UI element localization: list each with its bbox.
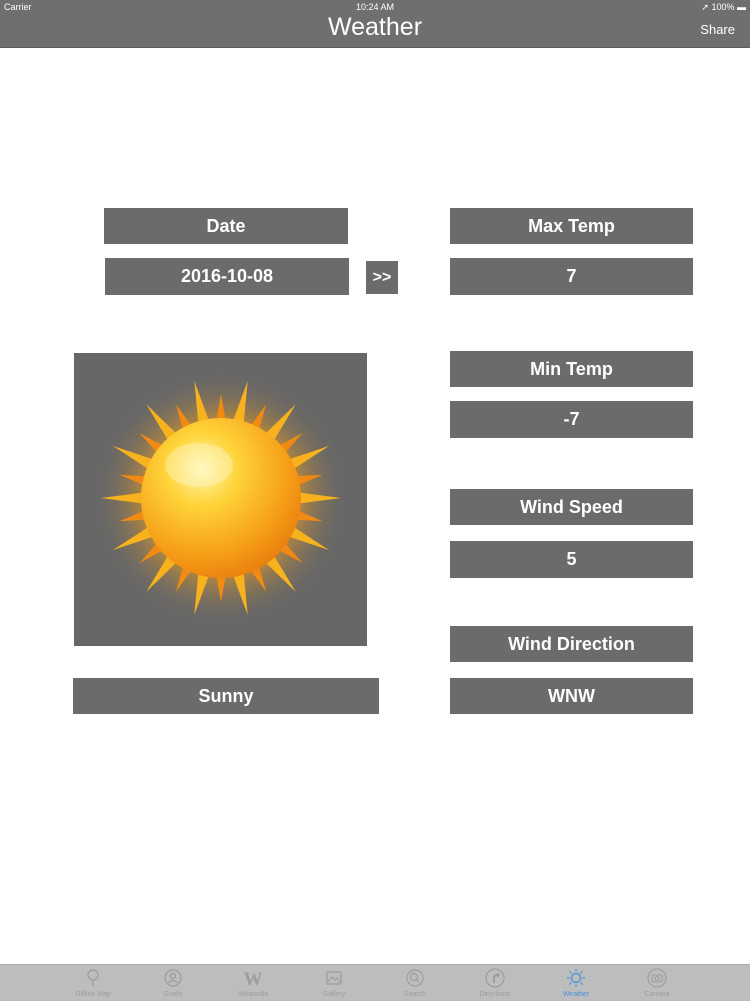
- max-temp-value: 7: [450, 258, 693, 295]
- tab-search[interactable]: Search: [375, 965, 455, 1001]
- wind-direction-value: WNW: [450, 678, 693, 714]
- wind-speed-value: 5: [450, 541, 693, 578]
- wind-speed-label: Wind Speed: [450, 489, 693, 525]
- guide-icon: [164, 969, 182, 987]
- battery-icon: ▬: [737, 2, 746, 12]
- date-value: 2016-10-08: [105, 258, 349, 295]
- min-temp-label: Min Temp: [450, 351, 693, 387]
- page-title: Weather: [327, 13, 423, 41]
- camera-icon: [647, 968, 667, 988]
- tab-label: Guide: [163, 991, 183, 998]
- map-pin-icon: [87, 969, 99, 986]
- tab-wikipedia[interactable]: W Wikipedia: [213, 965, 293, 1001]
- weather-sun-icon: [567, 969, 585, 987]
- weather-image: [74, 353, 367, 646]
- max-temp-label: Max Temp: [450, 208, 693, 244]
- tab-label: Offline Map: [75, 991, 111, 998]
- battery-percent: 100%: [711, 2, 735, 12]
- navigation-bar: Weather Share: [0, 14, 750, 48]
- sun-icon: [93, 370, 349, 626]
- wikipedia-icon: W: [244, 969, 263, 988]
- location-arrow-icon: ➚: [701, 2, 709, 12]
- tab-label: Search: [403, 991, 427, 998]
- condition-label: Sunny: [73, 678, 379, 714]
- tab-bar: Offline Map Guide W Wikipedia Gallery Se…: [0, 964, 750, 1001]
- tab-label: Camera: [644, 991, 670, 998]
- tab-gallery[interactable]: Gallery: [294, 965, 374, 1001]
- tab-label: Wikipedia: [237, 991, 269, 998]
- tab-camera[interactable]: Camera: [617, 965, 697, 1001]
- directions-icon: [485, 968, 505, 988]
- min-temp-value: -7: [450, 401, 693, 438]
- next-date-button[interactable]: >>: [366, 261, 398, 294]
- svg-text:W: W: [244, 969, 263, 988]
- status-time: 10:24 AM: [355, 2, 395, 12]
- tab-offline-map[interactable]: Offline Map: [53, 965, 133, 1001]
- date-label: Date: [104, 208, 348, 244]
- tab-directions[interactable]: Directions: [455, 965, 535, 1001]
- search-icon: [406, 969, 424, 987]
- tab-label: Gallery: [322, 991, 346, 998]
- share-button[interactable]: Share: [700, 22, 735, 37]
- tab-label: Weather: [562, 991, 590, 998]
- tab-guide[interactable]: Guide: [133, 965, 213, 1001]
- wind-direction-label: Wind Direction: [450, 626, 693, 662]
- tab-weather[interactable]: Weather: [536, 965, 616, 1001]
- gallery-icon: [326, 971, 342, 985]
- battery-level: ➚ 100% ▬: [701, 0, 746, 14]
- tab-label: Directions: [479, 991, 511, 998]
- status-bar: Carrier 10:24 AM ➚ 100% ▬: [0, 0, 750, 14]
